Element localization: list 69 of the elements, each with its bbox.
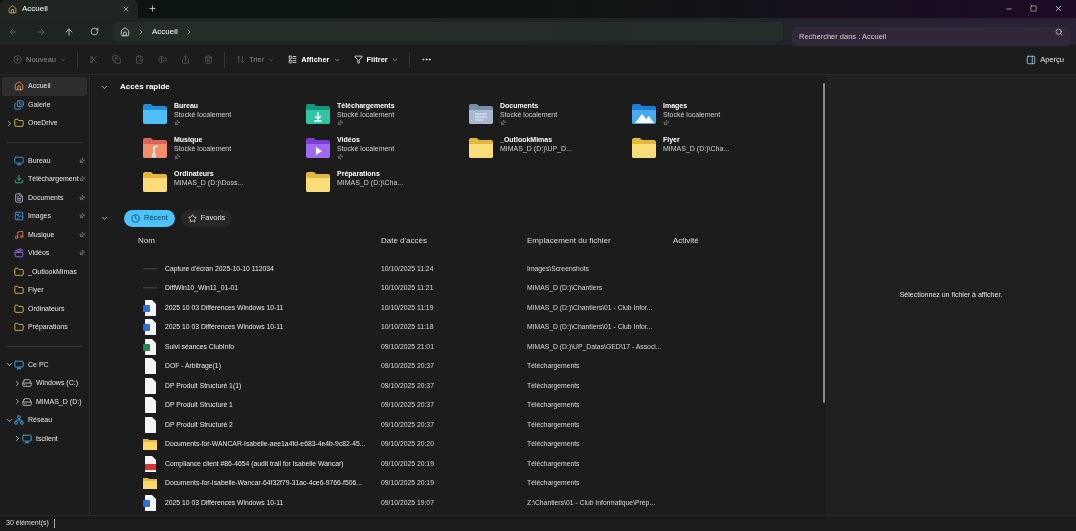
folder-icon: [143, 477, 157, 490]
sort-icon: [236, 55, 246, 64]
images-icon: [14, 211, 24, 222]
document-icon: [143, 358, 157, 375]
download-icon: [14, 174, 24, 185]
drive-icon: [22, 378, 32, 389]
caret-icon: [391, 56, 398, 63]
desktop-icon: [14, 155, 24, 166]
gallery-icon: [14, 99, 24, 110]
column-header[interactable]: Nom: [138, 235, 381, 247]
folder-icon: [305, 171, 331, 193]
folder-icon: [14, 322, 24, 333]
folder-icon: [631, 103, 657, 125]
pdf-document-icon: [143, 455, 157, 472]
word-document-icon: [143, 319, 157, 336]
folder-icon: [143, 438, 157, 451]
drive-icon: [22, 396, 32, 407]
folder-icon: [14, 266, 24, 277]
home-icon: [14, 81, 24, 92]
breadcrumb-item[interactable]: Accueil: [152, 25, 178, 38]
close-tab-icon[interactable]: [122, 5, 130, 13]
document-icon: [143, 397, 157, 414]
clock-icon: [131, 213, 140, 223]
document-icon: [143, 416, 157, 433]
folder-icon: [14, 118, 24, 129]
window-tab[interactable]: Accueil: [0, 0, 138, 18]
video-icon: [14, 248, 24, 259]
pc-icon: [22, 433, 32, 444]
music-icon: [14, 229, 24, 240]
refresh-icon[interactable]: [90, 27, 99, 36]
folder-icon: [142, 103, 168, 125]
column-header[interactable]: Activité: [673, 235, 773, 247]
home-icon: [8, 4, 17, 14]
star-icon: [187, 213, 197, 223]
folder-icon: [631, 137, 657, 159]
view-icon: [288, 55, 298, 64]
section-title: Accès rapide: [120, 81, 170, 93]
chevron-icon: [137, 27, 145, 36]
search-icon: [1055, 27, 1063, 36]
column-header[interactable]: Emplacement du fichier: [527, 235, 673, 247]
folder-icon: [468, 103, 494, 125]
word-document-icon: [143, 494, 157, 511]
pc-icon: [14, 359, 24, 370]
scrollbar[interactable]: [823, 83, 825, 403]
home-icon: [120, 26, 130, 37]
new-tab-icon[interactable]: [148, 4, 157, 13]
documents-icon: [14, 192, 24, 203]
folder-icon: [305, 103, 331, 125]
spreadsheet-icon: [143, 338, 157, 355]
column-header[interactable]: Date d'accès: [381, 235, 527, 247]
folder-icon: [14, 303, 24, 314]
up-icon[interactable]: [64, 26, 74, 37]
folder-icon: [142, 137, 168, 159]
document-icon: [143, 377, 157, 394]
folder-icon: [142, 171, 168, 193]
panel-icon: [1026, 54, 1037, 65]
network-icon: [14, 415, 24, 426]
filter-icon: [353, 55, 363, 64]
folder-icon: [14, 285, 24, 296]
caret-icon: [268, 56, 275, 63]
folder-icon: [305, 137, 331, 159]
caret-icon: [333, 56, 340, 63]
caret-icon: [60, 56, 67, 63]
maximize-icon[interactable]: [1030, 5, 1037, 12]
new-icon: [13, 55, 22, 64]
close-icon[interactable]: [1054, 4, 1063, 13]
address-bar[interactable]: Accueil: [113, 22, 783, 41]
folder-icon: [468, 137, 494, 159]
word-document-icon: [143, 299, 157, 316]
